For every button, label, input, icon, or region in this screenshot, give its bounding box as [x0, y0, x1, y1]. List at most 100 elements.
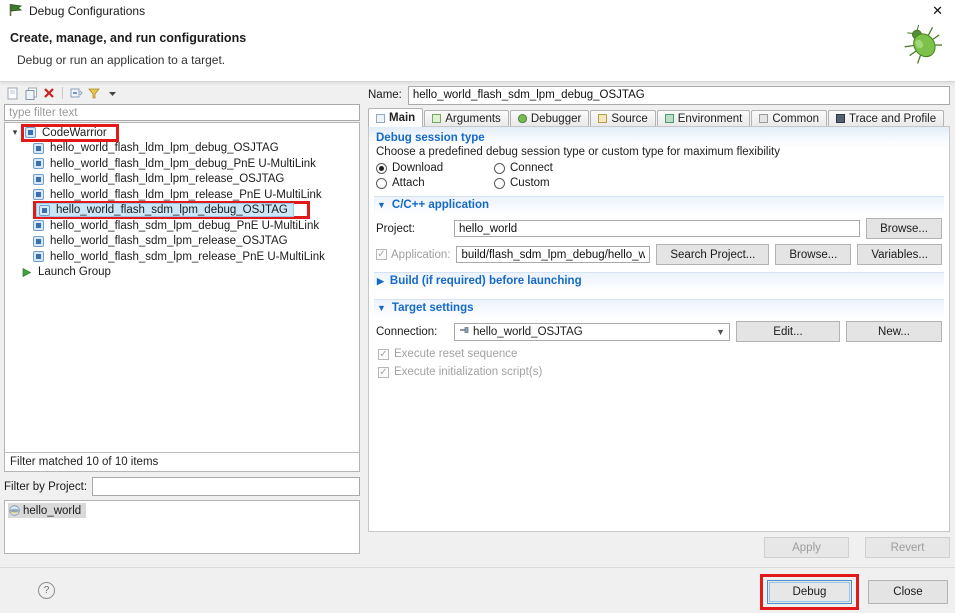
tab-label: Debugger — [531, 113, 582, 125]
target-settings-checkboxes: ✓ Execute reset sequence ✓ Execute initiali… — [374, 348, 944, 378]
checkbox-execute-reset-sequence: ✓ Execute reset sequence — [378, 348, 944, 360]
debug-button[interactable]: Debug — [767, 580, 852, 604]
close-button[interactable]: Close — [868, 580, 948, 604]
checkbox-execute-initialization-script-s-: ✓ Execute initialization script(s) — [378, 366, 944, 378]
annotation-box: hello_world_flash_sdm_lpm_debug_OSJTAG — [33, 201, 310, 219]
tree-item: hello_world_flash_sdm_lpm_release_PnE U-… — [33, 251, 328, 263]
cpp-application-heading: C/C++ application — [392, 199, 489, 211]
twisty-expanded-icon[interactable]: ▾ — [9, 127, 21, 138]
new-connection-button[interactable]: New... — [846, 321, 942, 342]
project-browse-button[interactable]: Browse... — [866, 218, 942, 239]
radio-download[interactable]: Download — [376, 162, 494, 174]
close-icon[interactable]: ✕ — [928, 3, 947, 19]
chevron-right-icon: ▶ — [377, 276, 384, 287]
configurations-sidebar: ▾CodeWarriorhello_world_flash_ldm_lpm_de… — [4, 84, 360, 554]
help-icon[interactable]: ? — [38, 582, 55, 599]
tab-environment[interactable]: Environment — [657, 110, 751, 126]
tree-item-content: hello_world_flash_sdm_lpm_debug_PnE U-Mu… — [33, 220, 322, 232]
tree-item: hello_world_flash_sdm_lpm_release_OSJTAG — [33, 235, 291, 247]
filter-input[interactable] — [4, 104, 360, 121]
project-input[interactable] — [454, 220, 860, 237]
section-target-settings[interactable]: ▼ Target settings — [374, 299, 944, 316]
tree-item-content: Launch Group — [21, 266, 114, 278]
project-list-item[interactable]: hello_world — [8, 503, 86, 518]
connection-select[interactable]: hello_world_OSJTAG ▼ — [454, 323, 730, 341]
toolbar-separator — [62, 87, 63, 99]
connection-icon — [459, 325, 469, 338]
tab-label: Common — [772, 113, 819, 125]
tree-row[interactable]: hello_world_flash_sdm_lpm_release_OSJTAG — [5, 234, 359, 250]
codewarrior-config-icon — [33, 143, 44, 154]
chevron-down-icon: ▼ — [377, 200, 386, 210]
tab-source[interactable]: Source — [590, 110, 655, 126]
apply-button[interactable]: Apply — [764, 537, 849, 558]
tab-label: Source — [611, 113, 647, 125]
target-settings-heading: Target settings — [392, 302, 474, 314]
filter-by-project-label: Filter by Project: — [4, 481, 87, 493]
tree-item-content: hello_world_flash_ldm_lpm_release_PnE U-… — [33, 189, 325, 201]
radio-button-icon — [494, 178, 505, 189]
tree-row[interactable]: hello_world_flash_ldm_lpm_debug_OSJTAG — [5, 141, 359, 157]
codewarrior-config-icon — [33, 236, 44, 247]
tree-item-label: hello_world_flash_sdm_lpm_release_OSJTAG — [47, 235, 291, 247]
tree-row[interactable]: Launch Group — [5, 265, 359, 281]
build-section-heading: Build (if required) before launching — [390, 275, 582, 287]
tree-item-content: hello_world_flash_sdm_lpm_release_OSJTAG — [33, 235, 291, 247]
tree-row[interactable]: hello_world_flash_sdm_lpm_release_PnE U-… — [5, 249, 359, 265]
tree-item-label: hello_world_flash_ldm_lpm_release_OSJTAG — [47, 173, 287, 185]
delete-icon[interactable] — [42, 86, 56, 100]
collapse-all-icon[interactable] — [69, 86, 83, 100]
radio-custom[interactable]: Custom — [494, 177, 944, 189]
section-cpp-application[interactable]: ▼ C/C++ application — [374, 196, 944, 213]
menu-dropdown-icon[interactable] — [105, 86, 119, 100]
section-build-before-launch[interactable]: ▶ Build (if required) before launching — [374, 272, 944, 289]
checkbox-icon: ✓ — [378, 367, 389, 378]
launch-group-icon — [21, 267, 32, 278]
name-input[interactable] — [408, 86, 950, 105]
connection-label: Connection: — [376, 326, 448, 338]
project-item-label: hello_world — [23, 505, 81, 517]
radio-attach[interactable]: Attach — [376, 177, 494, 189]
variables-button[interactable]: Variables... — [857, 244, 942, 265]
project-label: Project: — [376, 223, 448, 235]
checkbox-label: Execute reset sequence — [394, 348, 517, 360]
tab-main[interactable]: Main — [368, 108, 423, 127]
radio-label: Connect — [510, 162, 553, 174]
codewarrior-config-icon — [33, 158, 44, 169]
checkbox-label: Execute initialization script(s) — [394, 366, 542, 378]
application-checkbox[interactable]: ✓ — [376, 249, 387, 260]
checkbox-icon: ✓ — [378, 349, 389, 360]
source-icon — [598, 114, 607, 123]
tree-item-content: hello_world_flash_sdm_lpm_debug_OSJTAG — [37, 204, 293, 216]
tab-debugger[interactable]: Debugger — [510, 110, 590, 126]
apply-revert-row: Apply Revert — [368, 537, 950, 558]
chevron-down-icon: ▼ — [716, 327, 725, 337]
radio-connect[interactable]: Connect — [494, 162, 944, 174]
application-browse-button[interactable]: Browse... — [775, 244, 851, 265]
session-type-options: Download Connect AttachCustom — [376, 162, 944, 189]
tab-common[interactable]: Common — [751, 110, 827, 126]
revert-button[interactable]: Revert — [865, 537, 950, 558]
tab-arguments[interactable]: Arguments — [424, 110, 509, 126]
tree-item-label: hello_world_flash_sdm_lpm_debug_OSJTAG — [53, 204, 291, 216]
edit-connection-button[interactable]: Edit... — [736, 321, 840, 342]
title-bar: Debug Configurations ✕ — [0, 0, 955, 22]
project-row: Project: Browse... — [376, 218, 942, 239]
tree-row[interactable]: hello_world_flash_ldm_lpm_debug_PnE U-Mu… — [5, 156, 359, 172]
tree-row[interactable]: hello_world_flash_ldm_lpm_release_OSJTAG — [5, 172, 359, 188]
filter-icon[interactable] — [87, 86, 101, 100]
search-project-button[interactable]: Search Project... — [656, 244, 769, 265]
radio-label: Download — [392, 162, 443, 174]
filter-by-project-input[interactable] — [92, 477, 360, 496]
application-input[interactable] — [456, 246, 650, 263]
tab-trace-and-profile[interactable]: Trace and Profile — [828, 110, 944, 126]
tab-bar: MainArguments Debugger Source Environment Co… — [368, 108, 950, 126]
tree-row[interactable]: hello_world_flash_ldm_lpm_release_PnE U-… — [5, 187, 359, 203]
tree-row[interactable]: hello_world_flash_sdm_lpm_debug_PnE U-Mu… — [5, 218, 359, 234]
duplicate-icon[interactable] — [24, 86, 38, 100]
tree-item: hello_world_flash_sdm_lpm_debug_PnE U-Mu… — [33, 220, 322, 232]
project-list[interactable]: hello_world — [4, 500, 360, 554]
tree-row[interactable]: hello_world_flash_sdm_lpm_debug_OSJTAG — [5, 203, 359, 219]
tree-row[interactable]: ▾CodeWarrior — [5, 125, 359, 141]
new-configuration-icon[interactable] — [6, 86, 20, 100]
